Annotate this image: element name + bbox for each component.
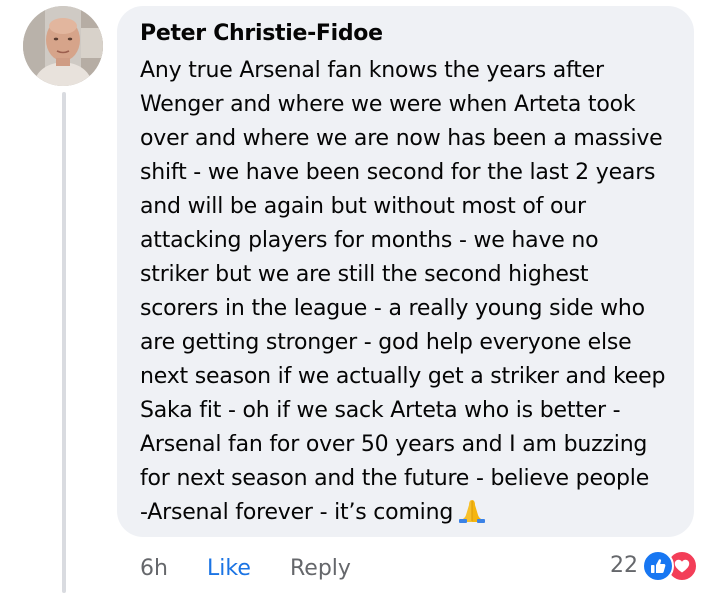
comment-line: over and where we are now has been a mas…: [140, 126, 663, 151]
comment-line: Any true Arsenal fan knows the years aft…: [140, 58, 604, 83]
like-button[interactable]: Like: [207, 553, 251, 585]
comment-line: for next season and the future - believe…: [140, 466, 650, 491]
avatar[interactable]: [23, 6, 103, 86]
comment-line: shift - we have been second for the last…: [140, 160, 656, 185]
profile-photo: [23, 6, 103, 86]
thread-line: [62, 92, 66, 593]
comment-line: are getting stronger - god help everyone…: [140, 330, 632, 355]
comment-line: Arsenal fan for over 50 years and I am b…: [140, 432, 648, 457]
comment-actions: 6h Like Reply 22: [0, 550, 720, 585]
comment-line: Wenger and where we were when Arteta too…: [140, 92, 636, 117]
comment-line: and will be again but without most of ou…: [140, 194, 586, 219]
reaction-summary[interactable]: 22: [610, 549, 698, 583]
comment-line: Saka fit - oh if we sack Arteta who is b…: [140, 398, 621, 423]
reaction-count: 22: [610, 553, 638, 578]
comment-line: striker but we are still the second high…: [140, 262, 589, 287]
comment-line-text: -Arsenal forever - it’s coming: [140, 500, 454, 525]
comment-line: scorers in the league - a really young s…: [140, 296, 645, 321]
like-reaction-icon: [642, 550, 674, 582]
comment-line: next season if we actually get a striker…: [140, 364, 666, 389]
comment-timestamp[interactable]: 6h: [140, 553, 168, 585]
comment-line: attacking players for months - we have n…: [140, 228, 599, 253]
comment-author[interactable]: Peter Christie-Fidoe: [140, 19, 674, 49]
reply-button[interactable]: Reply: [290, 553, 351, 585]
comment-bubble: Peter Christie-Fidoe Any true Arsenal fa…: [117, 6, 694, 537]
folded-hands-icon: [457, 497, 487, 523]
comment-line-last: -Arsenal forever - it’s coming: [140, 496, 674, 530]
comment-body: Any true Arsenal fan knows the years aft…: [140, 54, 674, 530]
